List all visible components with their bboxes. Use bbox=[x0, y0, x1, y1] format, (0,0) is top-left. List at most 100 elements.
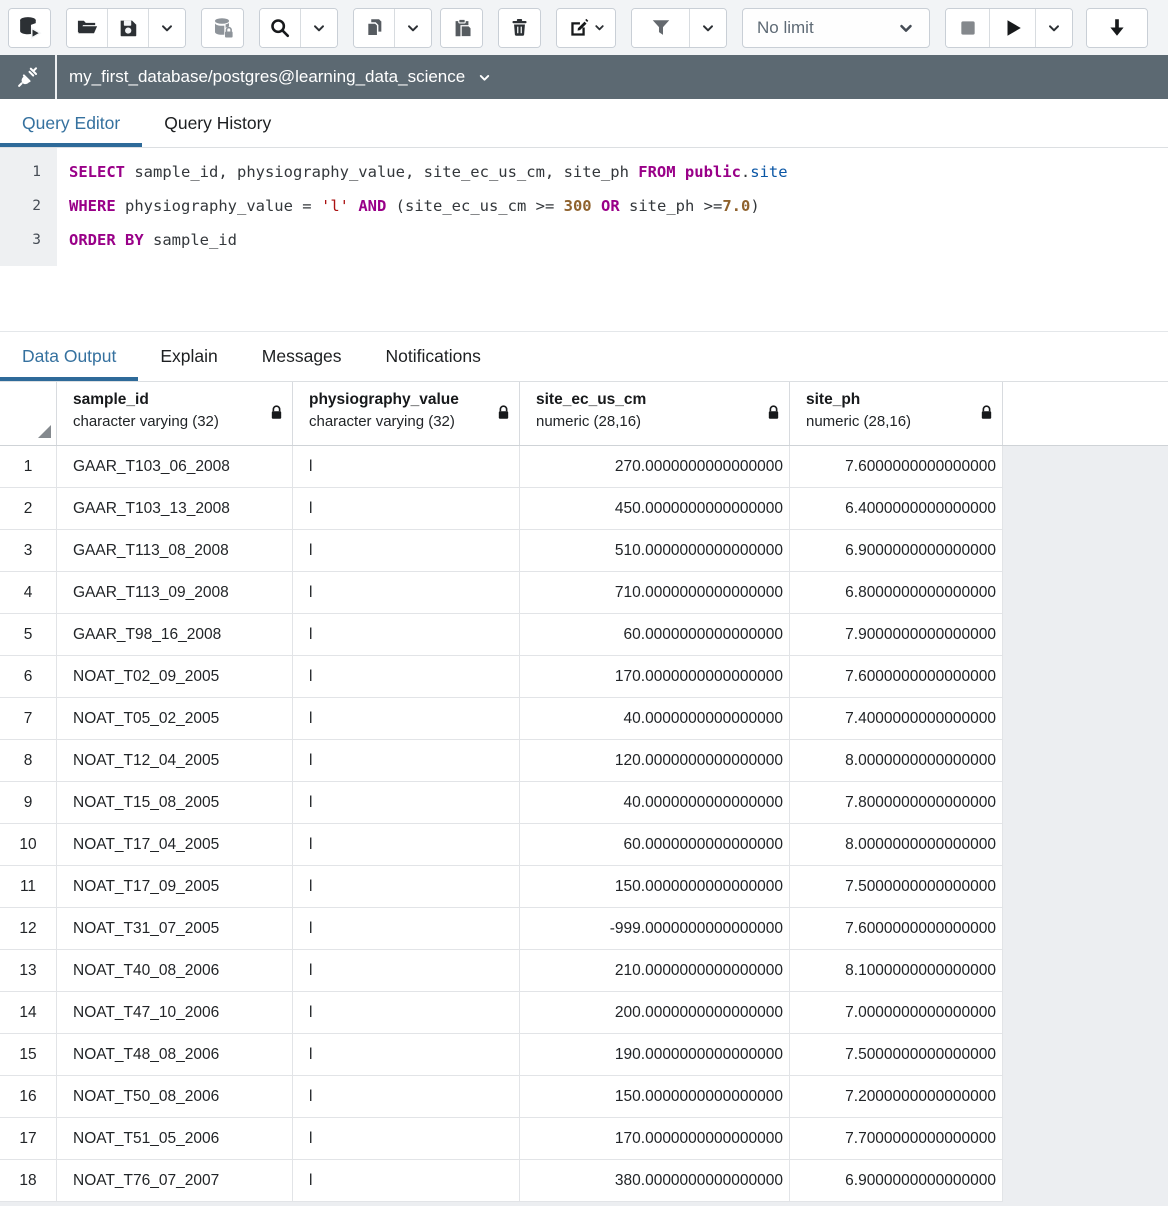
copy-dropdown-button[interactable] bbox=[395, 9, 431, 47]
cell-sample-id[interactable]: NOAT_T15_08_2005 bbox=[57, 782, 293, 823]
cell-site-ph[interactable]: 7.7000000000000000 bbox=[790, 1118, 1003, 1159]
cell-sample-id[interactable]: NOAT_T02_09_2005 bbox=[57, 656, 293, 697]
execute-button[interactable] bbox=[990, 9, 1036, 47]
cell-site-ph[interactable]: 7.6000000000000000 bbox=[790, 908, 1003, 949]
download-button[interactable] bbox=[1087, 9, 1147, 47]
cell-physiography-value[interactable]: l bbox=[293, 530, 520, 571]
connection-selector[interactable]: my_first_database/postgres@learning_data… bbox=[69, 55, 492, 99]
cell-physiography-value[interactable]: l bbox=[293, 614, 520, 655]
row-number-cell[interactable]: 18 bbox=[0, 1160, 57, 1201]
cell-site-ph[interactable]: 7.9000000000000000 bbox=[790, 614, 1003, 655]
cell-sample-id[interactable]: NOAT_T76_07_2007 bbox=[57, 1160, 293, 1201]
cell-physiography-value[interactable]: l bbox=[293, 1034, 520, 1075]
row-number-cell[interactable]: 12 bbox=[0, 908, 57, 949]
column-header-site-ec-us-cm[interactable]: site_ec_us_cmnumeric (28,16) bbox=[520, 382, 790, 445]
cell-sample-id[interactable]: GAAR_T113_09_2008 bbox=[57, 572, 293, 613]
cell-site-ph[interactable]: 8.0000000000000000 bbox=[790, 740, 1003, 781]
row-number-cell[interactable]: 8 bbox=[0, 740, 57, 781]
cell-site-ec-us-cm[interactable]: 270.0000000000000000 bbox=[520, 446, 790, 487]
cell-sample-id[interactable]: NOAT_T05_02_2005 bbox=[57, 698, 293, 739]
cell-physiography-value[interactable]: l bbox=[293, 782, 520, 823]
cell-site-ec-us-cm[interactable]: 170.0000000000000000 bbox=[520, 656, 790, 697]
query-tool-button[interactable] bbox=[9, 9, 50, 47]
cell-physiography-value[interactable]: l bbox=[293, 446, 520, 487]
save-file-button[interactable] bbox=[108, 9, 149, 47]
cell-site-ph[interactable]: 6.8000000000000000 bbox=[790, 572, 1003, 613]
row-number-cell[interactable]: 6 bbox=[0, 656, 57, 697]
cell-site-ph[interactable]: 7.5000000000000000 bbox=[790, 1034, 1003, 1075]
cell-physiography-value[interactable]: l bbox=[293, 740, 520, 781]
cell-sample-id[interactable]: NOAT_T47_10_2006 bbox=[57, 992, 293, 1033]
find-dropdown-button[interactable] bbox=[301, 9, 337, 47]
filter-dropdown-button[interactable] bbox=[690, 9, 726, 47]
column-header-physiography-value[interactable]: physiography_valuecharacter varying (32) bbox=[293, 382, 520, 445]
cell-site-ec-us-cm[interactable]: 60.0000000000000000 bbox=[520, 824, 790, 865]
cell-site-ec-us-cm[interactable]: 170.0000000000000000 bbox=[520, 1118, 790, 1159]
row-number-cell[interactable]: 13 bbox=[0, 950, 57, 991]
cell-site-ec-us-cm[interactable]: 710.0000000000000000 bbox=[520, 572, 790, 613]
cell-sample-id[interactable]: GAAR_T103_13_2008 bbox=[57, 488, 293, 529]
save-data-changes-button[interactable] bbox=[202, 9, 243, 47]
cell-physiography-value[interactable]: l bbox=[293, 572, 520, 613]
filter-button[interactable] bbox=[632, 9, 690, 47]
cell-sample-id[interactable]: NOAT_T31_07_2005 bbox=[57, 908, 293, 949]
tab-messages[interactable]: Messages bbox=[240, 332, 364, 381]
column-header-site-ph[interactable]: site_phnumeric (28,16) bbox=[790, 382, 1003, 445]
find-button[interactable] bbox=[260, 9, 301, 47]
row-number-cell[interactable]: 11 bbox=[0, 866, 57, 907]
cell-site-ec-us-cm[interactable]: 60.0000000000000000 bbox=[520, 614, 790, 655]
cell-sample-id[interactable]: NOAT_T17_09_2005 bbox=[57, 866, 293, 907]
cell-site-ph[interactable]: 6.9000000000000000 bbox=[790, 530, 1003, 571]
save-dropdown-button[interactable] bbox=[149, 9, 185, 47]
connection-status-button[interactable] bbox=[0, 55, 57, 99]
tab-notifications[interactable]: Notifications bbox=[364, 332, 503, 381]
sql-editor[interactable]: 1SELECT sample_id, physiography_value, s… bbox=[0, 148, 1168, 331]
cell-physiography-value[interactable]: l bbox=[293, 866, 520, 907]
cell-site-ph[interactable]: 7.0000000000000000 bbox=[790, 992, 1003, 1033]
row-number-cell[interactable]: 9 bbox=[0, 782, 57, 823]
cell-sample-id[interactable]: NOAT_T50_08_2006 bbox=[57, 1076, 293, 1117]
cell-physiography-value[interactable]: l bbox=[293, 656, 520, 697]
cell-site-ph[interactable]: 7.5000000000000000 bbox=[790, 866, 1003, 907]
cell-site-ec-us-cm[interactable]: 200.0000000000000000 bbox=[520, 992, 790, 1033]
cell-sample-id[interactable]: NOAT_T51_05_2006 bbox=[57, 1118, 293, 1159]
cell-site-ec-us-cm[interactable]: 380.0000000000000000 bbox=[520, 1160, 790, 1201]
paste-button[interactable] bbox=[441, 9, 482, 47]
cell-physiography-value[interactable]: l bbox=[293, 908, 520, 949]
cell-site-ph[interactable]: 8.0000000000000000 bbox=[790, 824, 1003, 865]
cell-physiography-value[interactable]: l bbox=[293, 992, 520, 1033]
cell-site-ph[interactable]: 7.8000000000000000 bbox=[790, 782, 1003, 823]
cell-site-ph[interactable]: 7.6000000000000000 bbox=[790, 656, 1003, 697]
row-number-cell[interactable]: 4 bbox=[0, 572, 57, 613]
cell-sample-id[interactable]: GAAR_T103_06_2008 bbox=[57, 446, 293, 487]
cell-site-ec-us-cm[interactable]: 150.0000000000000000 bbox=[520, 1076, 790, 1117]
cell-physiography-value[interactable]: l bbox=[293, 824, 520, 865]
cell-site-ph[interactable]: 6.9000000000000000 bbox=[790, 1160, 1003, 1201]
cell-site-ec-us-cm[interactable]: 150.0000000000000000 bbox=[520, 866, 790, 907]
cell-physiography-value[interactable]: l bbox=[293, 1118, 520, 1159]
cell-sample-id[interactable]: GAAR_T113_08_2008 bbox=[57, 530, 293, 571]
row-limit-select[interactable]: No limit bbox=[742, 8, 930, 48]
row-number-cell[interactable]: 3 bbox=[0, 530, 57, 571]
cell-site-ec-us-cm[interactable]: 120.0000000000000000 bbox=[520, 740, 790, 781]
cell-site-ec-us-cm[interactable]: 210.0000000000000000 bbox=[520, 950, 790, 991]
execute-dropdown-button[interactable] bbox=[1036, 9, 1072, 47]
cell-site-ec-us-cm[interactable]: 40.0000000000000000 bbox=[520, 782, 790, 823]
row-number-cell[interactable]: 5 bbox=[0, 614, 57, 655]
cell-physiography-value[interactable]: l bbox=[293, 950, 520, 991]
cell-sample-id[interactable]: GAAR_T98_16_2008 bbox=[57, 614, 293, 655]
cell-site-ph[interactable]: 7.2000000000000000 bbox=[790, 1076, 1003, 1117]
row-number-cell[interactable]: 14 bbox=[0, 992, 57, 1033]
cell-site-ph[interactable]: 7.4000000000000000 bbox=[790, 698, 1003, 739]
tab-query-history[interactable]: Query History bbox=[142, 99, 293, 147]
row-number-cell[interactable]: 10 bbox=[0, 824, 57, 865]
row-number-cell[interactable]: 1 bbox=[0, 446, 57, 487]
open-file-button[interactable] bbox=[67, 9, 108, 47]
edit-dropdown-button[interactable] bbox=[557, 9, 615, 47]
cell-site-ec-us-cm[interactable]: -999.0000000000000000 bbox=[520, 908, 790, 949]
row-number-cell[interactable]: 15 bbox=[0, 1034, 57, 1075]
cell-sample-id[interactable]: NOAT_T40_08_2006 bbox=[57, 950, 293, 991]
tab-explain[interactable]: Explain bbox=[138, 332, 239, 381]
cell-site-ec-us-cm[interactable]: 450.0000000000000000 bbox=[520, 488, 790, 529]
cell-site-ec-us-cm[interactable]: 190.0000000000000000 bbox=[520, 1034, 790, 1075]
